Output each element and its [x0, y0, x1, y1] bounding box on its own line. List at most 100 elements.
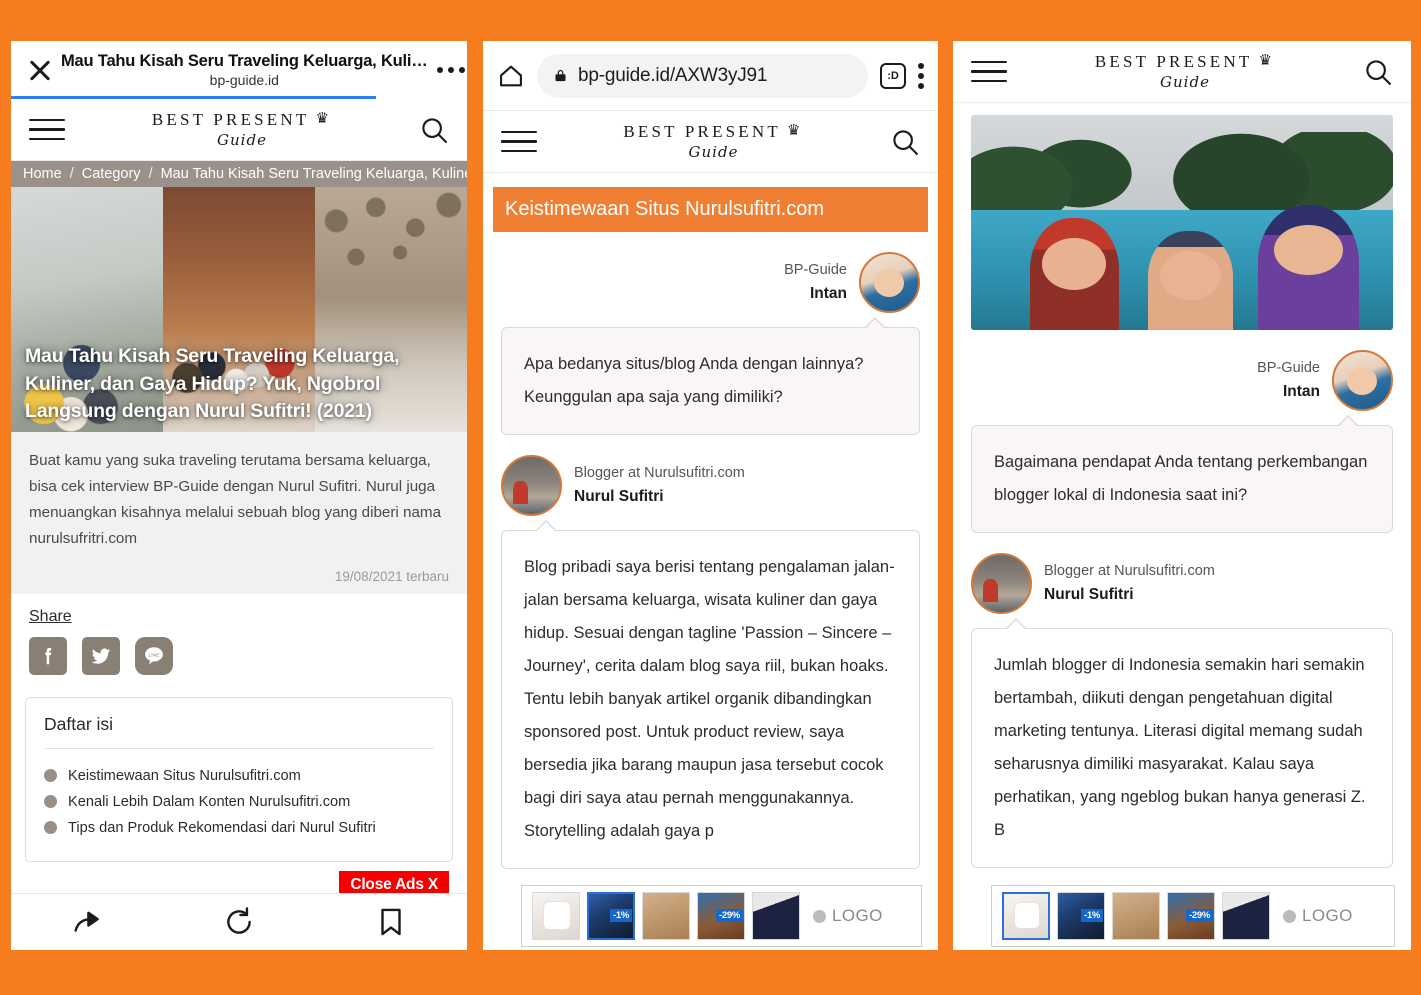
author-role: BP-Guide: [1257, 360, 1320, 376]
site-logo[interactable]: BEST PRESENT ♛ Guide: [1007, 53, 1363, 90]
ad-strip[interactable]: -1% -29% LOGO: [991, 885, 1395, 947]
toc-item-label: Keistimewaan Situs Nurulsufitri.com: [68, 767, 301, 784]
avatar: [501, 455, 562, 516]
toc-divider: [44, 747, 434, 749]
hamburger-icon[interactable]: [501, 130, 537, 153]
photo-person-right: [1257, 205, 1360, 330]
logo-dot-icon: [813, 909, 826, 923]
qa-thread-3: BP-Guide Intan Bagaimana pendapat Anda t…: [953, 350, 1411, 868]
list-item[interactable]: Keistimewaan Situs Nurulsufitri.com: [44, 763, 434, 789]
site-header-3: BEST PRESENT ♛ Guide: [953, 41, 1411, 103]
bullet-icon: [44, 821, 57, 835]
breadcrumb-item-category[interactable]: Category: [82, 166, 141, 182]
bookmark-icon[interactable]: [374, 905, 408, 939]
brand-line1: BEST PRESENT: [151, 110, 310, 129]
discount-badge: -1%: [610, 909, 632, 923]
hamburger-icon[interactable]: [29, 118, 65, 141]
ad-thumbnail[interactable]: [752, 892, 800, 940]
bullet-icon: [44, 795, 57, 809]
share-label: Share: [29, 607, 72, 625]
share-icon-row: LINE: [29, 636, 449, 675]
list-item[interactable]: Tips dan Produk Rekomendasi dari Nurul S…: [44, 815, 434, 841]
site-logo[interactable]: BEST PRESENT ♛ Guide: [537, 123, 890, 160]
ad-thumbnail[interactable]: -1%: [1057, 892, 1105, 940]
author-meta: Blogger at Nurulsufitri.com Nurul Sufitr…: [1044, 561, 1215, 606]
ad-thumbnail[interactable]: -1%: [587, 892, 635, 940]
site-logo[interactable]: BEST PRESENT ♛ Guide: [65, 111, 419, 148]
discount-badge: -29%: [716, 909, 743, 923]
ad-thumbnail[interactable]: [1112, 892, 1160, 940]
line-icon[interactable]: LINE: [135, 636, 173, 675]
brand-line1: BEST PRESENT: [623, 122, 781, 141]
author-role: BP-Guide: [784, 262, 847, 278]
more-horizontal-icon[interactable]: [434, 67, 467, 73]
ad-thumbnail[interactable]: [642, 892, 690, 940]
author-name: Nurul Sufitri: [1044, 585, 1134, 603]
tab-title: Mau Tahu Kisah Seru Traveling Keluarga, …: [61, 52, 428, 70]
ad-thumbnail[interactable]: [1002, 892, 1050, 940]
avatar: [1332, 350, 1393, 411]
breadcrumb-separator: /: [148, 166, 153, 182]
brand-line2: Guide: [1160, 73, 1210, 91]
tab-emoji-icon[interactable]: :D: [880, 62, 906, 89]
qa-thread-2: BP-Guide Intan Apa bedanya situs/blog An…: [483, 252, 938, 869]
ad-thumbnail[interactable]: [1222, 892, 1270, 940]
article-excerpt-block: Buat kamu yang suka traveling terutama b…: [11, 432, 467, 594]
section-heading: Keistimewaan Situs Nurulsufitri.com: [493, 187, 928, 232]
bullet-icon: [44, 769, 57, 783]
search-icon[interactable]: [1363, 57, 1393, 87]
crown-cat-icon: ♛: [786, 123, 804, 139]
site-header-1: BEST PRESENT ♛ Guide: [11, 99, 467, 161]
breadcrumb: Home / Category / Mau Tahu Kisah Seru Tr…: [11, 161, 467, 187]
phone-panel-article: Mau Tahu Kisah Seru Traveling Keluarga, …: [11, 41, 467, 950]
browser-tab-bar: Mau Tahu Kisah Seru Traveling Keluarga, …: [11, 41, 467, 99]
reload-icon[interactable]: [222, 905, 256, 939]
answer-author: Blogger at Nurulsufitri.com Nurul Sufitr…: [971, 553, 1393, 614]
author-name: Intan: [1282, 382, 1320, 400]
address-bar[interactable]: bp-guide.id/AXW3yJ91: [537, 53, 868, 98]
browser-omnibox-bar: bp-guide.id/AXW3yJ91 :D: [483, 41, 938, 111]
svg-text:LINE: LINE: [148, 652, 160, 658]
list-item[interactable]: Kenali Lebih Dalam Konten Nurulsufitri.c…: [44, 789, 434, 815]
close-icon[interactable]: [25, 55, 55, 85]
share-icon[interactable]: [70, 905, 104, 939]
page-title: Mau Tahu Kisah Seru Traveling Keluarga, …: [25, 344, 400, 423]
ad-thumbnail[interactable]: -29%: [1167, 892, 1215, 940]
crown-cat-icon: ♛: [315, 111, 333, 127]
question-author: BP-Guide Intan: [501, 252, 920, 313]
brand-line2: Guide: [688, 143, 739, 161]
ad-logo: LOGO: [1283, 906, 1353, 926]
breadcrumb-item-current: Mau Tahu Kisah Seru Traveling Keluarga, …: [160, 166, 467, 182]
toc-list: Keistimewaan Situs Nurulsufitri.com Kena…: [44, 763, 434, 841]
brand-line1: BEST PRESENT: [1094, 52, 1253, 71]
brand-line2: Guide: [217, 131, 267, 149]
search-icon[interactable]: [890, 127, 920, 157]
screenshot-stage: Mau Tahu Kisah Seru Traveling Keluarga, …: [0, 0, 1421, 995]
hero-image-collage: Mau Tahu Kisah Seru Traveling Keluarga, …: [11, 187, 467, 432]
tab-text-group: Mau Tahu Kisah Seru Traveling Keluarga, …: [55, 52, 434, 88]
answer-bubble: Jumlah blogger di Indonesia semakin hari…: [971, 618, 1393, 868]
lock-icon: [555, 69, 566, 82]
hamburger-icon[interactable]: [971, 60, 1007, 83]
search-icon[interactable]: [419, 115, 449, 145]
breadcrumb-item-home[interactable]: Home: [23, 166, 62, 182]
share-section: Share LINE: [11, 593, 467, 681]
author-meta: BP-Guide Intan: [1257, 358, 1320, 403]
ad-thumbnail[interactable]: -29%: [697, 892, 745, 940]
article-photo: [971, 115, 1393, 330]
browser-bottom-nav: [11, 893, 467, 950]
article-excerpt: Buat kamu yang suka traveling terutama b…: [29, 452, 442, 548]
answer-author: Blogger at Nurulsufitri.com Nurul Sufitr…: [501, 455, 920, 516]
discount-badge: -29%: [1186, 909, 1213, 923]
table-of-contents: Daftar isi Keistimewaan Situs Nurulsufit…: [25, 696, 453, 862]
tab-host: bp-guide.id: [209, 72, 279, 88]
author-name: Intan: [809, 284, 847, 302]
home-icon[interactable]: [497, 62, 525, 90]
kebab-menu-icon[interactable]: [918, 62, 924, 89]
ad-thumbnail[interactable]: [532, 892, 580, 940]
twitter-icon[interactable]: [82, 636, 120, 675]
avatar: [971, 553, 1032, 614]
avatar: [859, 252, 920, 313]
facebook-icon[interactable]: [29, 636, 67, 675]
ad-strip[interactable]: -1% -29% LOGO: [521, 885, 922, 947]
